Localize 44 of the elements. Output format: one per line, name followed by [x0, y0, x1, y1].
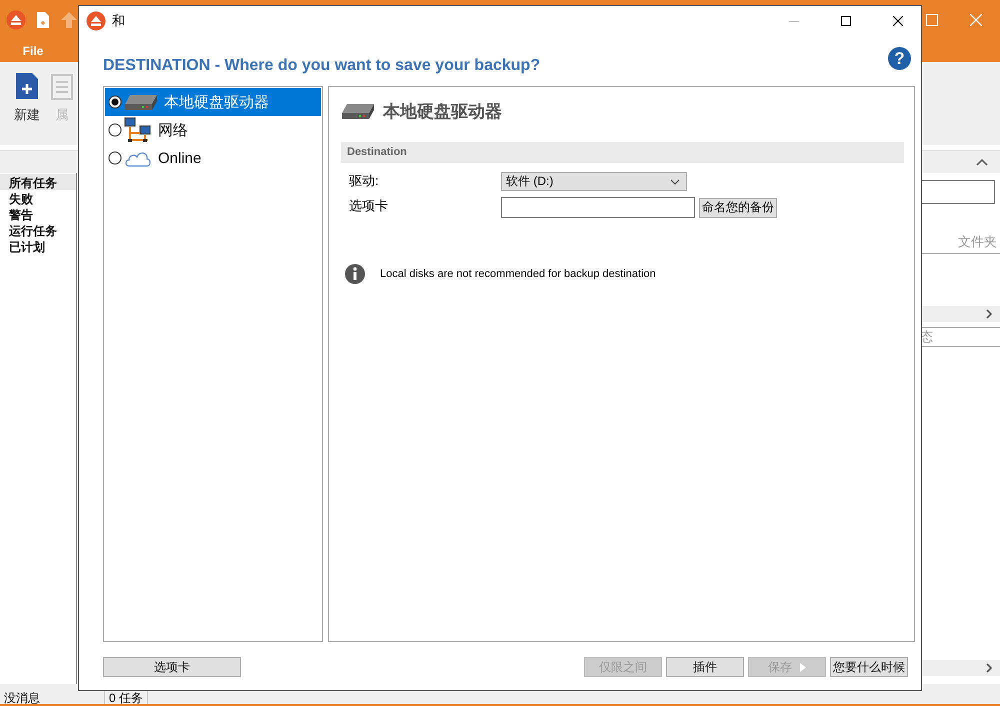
new-file-icon[interactable] [36, 11, 50, 29]
field-label: 选项卡 [349, 197, 389, 215]
maximize-icon[interactable] [841, 16, 851, 26]
info-message: Local disks are not recommended for backup destination [380, 268, 656, 280]
panel-title: 本地硬盘驱动器 [383, 100, 502, 122]
info-icon [345, 264, 365, 284]
filter-item[interactable]: 失败 [0, 190, 76, 206]
dialog-button[interactable]: 选项卡 [103, 657, 241, 677]
name-backup-button[interactable]: 命名您的备份 [699, 198, 777, 218]
radio-button[interactable] [108, 151, 122, 165]
filter-item[interactable]: 已计划 [0, 238, 76, 254]
app-logo-icon [6, 10, 26, 30]
destination-item[interactable]: Online [105, 144, 321, 172]
name-input-field[interactable] [501, 197, 695, 218]
destination-label: 网络 [158, 120, 188, 140]
filter-item[interactable]: 运行任务 [0, 222, 76, 238]
destination-label: 本地硬盘驱动器 [164, 92, 269, 112]
clipboard-icon [50, 72, 74, 100]
hard-drive-icon [341, 102, 375, 120]
radio-button[interactable] [108, 123, 122, 137]
filter-item[interactable]: 所有任务 [0, 174, 76, 190]
filter-item[interactable]: 警告 [0, 206, 76, 222]
chevron-up-icon[interactable] [976, 158, 988, 166]
help-icon[interactable]: ? [888, 46, 911, 70]
close-icon[interactable] [893, 16, 903, 26]
play-arrow-icon [800, 662, 806, 672]
dialog-title: 和 [112, 12, 125, 30]
dialog-heading: DESTINATION - Where do you want to save your backup? [103, 57, 540, 75]
dialog-logo-icon [86, 11, 106, 31]
chevron-right-icon[interactable] [986, 309, 992, 319]
section-header: Destination [341, 142, 904, 163]
destination-item[interactable]: 网络 [105, 116, 321, 144]
chevron-right-icon[interactable] [986, 663, 992, 673]
drive-dropdown[interactable]: 软件 (D:) [501, 172, 687, 191]
dialog-button[interactable]: 您要什么时候 [830, 657, 908, 677]
hard-drive-icon [124, 93, 158, 111]
ribbon-button[interactable]: 新建 [14, 72, 40, 145]
destination-item[interactable]: 本地硬盘驱动器 [105, 88, 321, 116]
field-label: 驱动: [349, 172, 380, 190]
destination-label: Online [158, 150, 202, 166]
new-document-icon [15, 72, 39, 100]
dialog-button[interactable]: 插件 [666, 657, 744, 677]
network-icon [124, 117, 152, 143]
radio-button[interactable] [108, 95, 122, 109]
